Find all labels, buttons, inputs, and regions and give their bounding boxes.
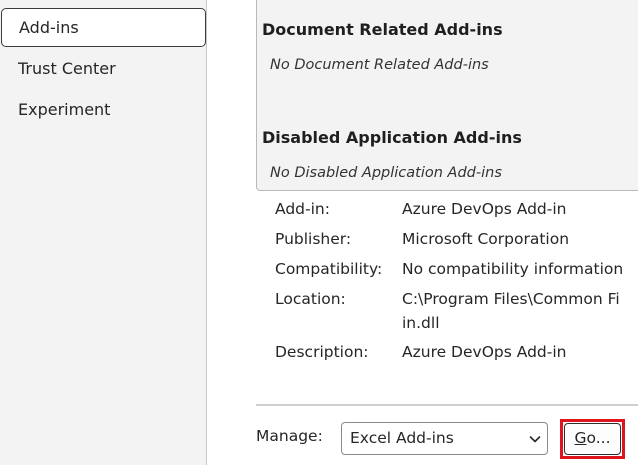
publisher-value: Microsoft Corporation [402, 230, 570, 248]
compatibility-value: No compatibility information [402, 260, 624, 278]
go-button[interactable]: Go... [564, 423, 621, 455]
divider [256, 404, 638, 406]
options-sidebar: Add-ins Trust Center Experiment [0, 0, 207, 465]
manage-label: Manage: [256, 427, 323, 445]
sidebar-item-label: Trust Center [18, 59, 116, 78]
location-label: Location: [275, 290, 346, 308]
go-button-label: o... [586, 429, 611, 447]
description-value: Azure DevOps Add-in [402, 343, 567, 361]
sidebar-item-label: Add-ins [19, 18, 79, 37]
addin-value: Azure DevOps Add-in [402, 200, 567, 218]
add-ins-list[interactable]: Document Related Add-ins No Document Rel… [256, 0, 638, 191]
manage-dropdown-value: Excel Add-ins [350, 429, 454, 447]
disabled-addins-heading: Disabled Application Add-ins [262, 128, 522, 147]
disabled-addins-empty-text: No Disabled Application Add-ins [270, 165, 502, 181]
document-related-empty-text: No Document Related Add-ins [270, 57, 489, 73]
chevron-down-icon [529, 436, 541, 443]
compatibility-label: Compatibility: [275, 260, 383, 278]
sidebar-item-trust-center[interactable]: Trust Center [0, 49, 207, 89]
sidebar-item-label: Experiment [18, 100, 111, 119]
location-value-line2: in.dll [402, 314, 440, 332]
addin-label: Add-in: [275, 200, 330, 218]
description-label: Description: [275, 343, 369, 361]
go-button-mnemonic: G [574, 429, 587, 447]
manage-dropdown[interactable]: Excel Add-ins [341, 422, 548, 455]
document-related-heading: Document Related Add-ins [262, 20, 503, 39]
sidebar-item-add-ins[interactable]: Add-ins [1, 8, 206, 47]
publisher-label: Publisher: [275, 230, 352, 248]
add-ins-panel: Document Related Add-ins No Document Rel… [208, 0, 638, 465]
excel-options-dialog: Add-ins Trust Center Experiment Document… [0, 0, 638, 465]
sidebar-item-experiment[interactable]: Experiment [0, 90, 207, 130]
location-value-line1: C:\Program Files\Common Fi [402, 290, 620, 308]
